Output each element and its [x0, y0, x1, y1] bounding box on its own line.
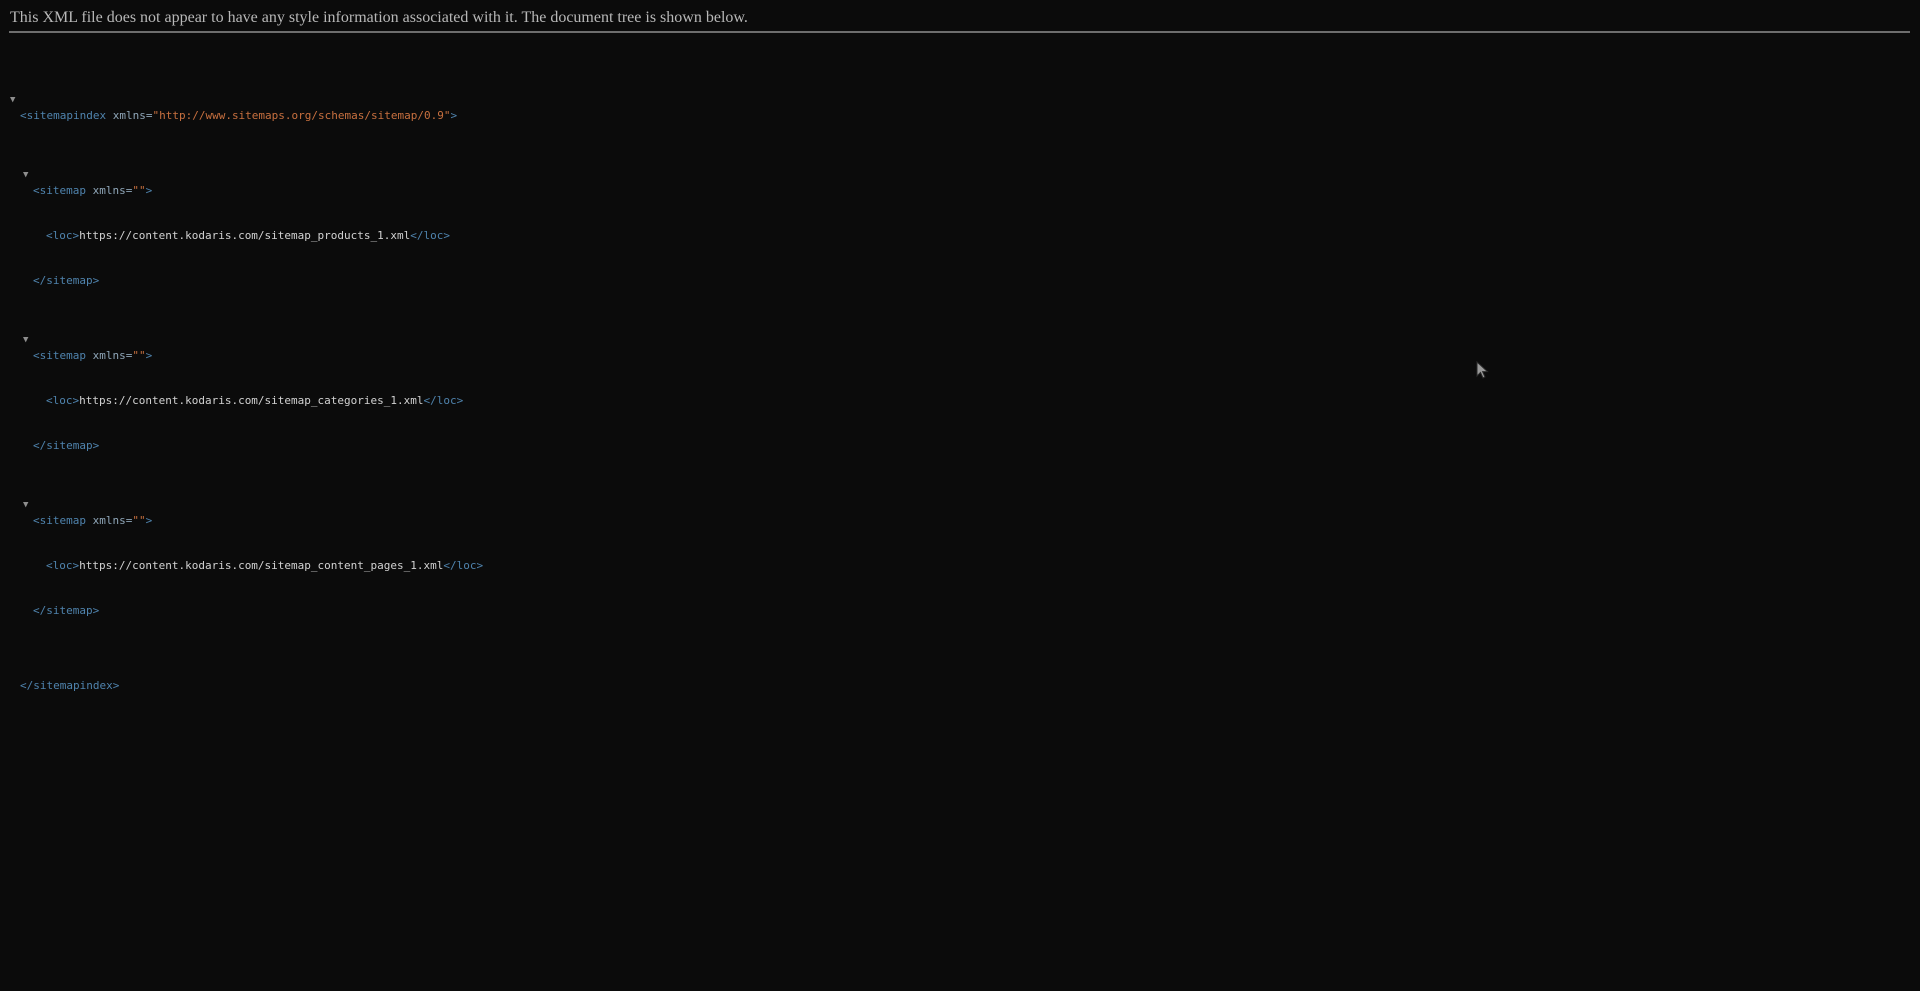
sitemap-close-tag: </sitemap> — [33, 439, 100, 452]
sitemapindex-open-line: ▼ <sitemapindex xmlns="http://www.sitemap… — [0, 93, 457, 122]
xml-document-tree: ▼ <sitemapindex xmlns="http://www.sitemap… — [0, 48, 483, 708]
loc-url: https://content.kodaris.com/sitemap_cate… — [79, 394, 424, 407]
sitemapindex-close-tag: </sitemapindex> — [20, 679, 120, 692]
collapse-toggle-icon[interactable]: ▼ — [23, 168, 28, 183]
tag-bracket: > — [450, 109, 458, 122]
xmlns-attribute-value: "" — [132, 514, 146, 527]
sitemap-close-line: </sitemap> — [0, 423, 99, 452]
sitemap-open-line: ▼ <sitemap xmlns=""> — [0, 333, 152, 362]
loc-close-tag: </loc> — [410, 229, 451, 242]
xmlns-attribute-value: "" — [132, 349, 146, 362]
xmlns-attribute-value: "" — [132, 184, 146, 197]
xmlns-attribute-name: xmlns= — [92, 349, 133, 362]
sitemap-open-tag: <sitemap — [33, 184, 86, 197]
loc-open-tag: <loc> — [46, 559, 80, 572]
xml-viewer: This XML file does not appear to have an… — [0, 0, 1920, 991]
sitemap-close-line: </sitemap> — [0, 258, 99, 287]
tag-bracket: > — [145, 514, 153, 527]
collapse-toggle-icon[interactable]: ▼ — [23, 333, 28, 348]
collapse-toggle-icon[interactable]: ▼ — [10, 93, 15, 108]
tag-bracket: > — [145, 349, 153, 362]
loc-line: <loc>https://content.kodaris.com/sitemap… — [0, 543, 483, 572]
loc-open-tag: <loc> — [46, 229, 80, 242]
sitemap-open-line: ▼ <sitemap xmlns=""> — [0, 168, 152, 197]
loc-line: <loc>https://content.kodaris.com/sitemap… — [0, 378, 463, 407]
mouse-pointer-icon — [1476, 361, 1489, 379]
loc-url: https://content.kodaris.com/sitemap_prod… — [79, 229, 411, 242]
xmlns-attribute-name: xmlns= — [92, 514, 133, 527]
loc-url: https://content.kodaris.com/sitemap_cont… — [79, 559, 444, 572]
no-style-notice: This XML file does not appear to have an… — [10, 9, 748, 26]
loc-close-tag: </loc> — [443, 559, 484, 572]
loc-line: <loc>https://content.kodaris.com/sitemap… — [0, 213, 450, 242]
header-divider — [9, 31, 1910, 33]
sitemap-close-line: </sitemap> — [0, 588, 99, 617]
sitemapindex-close-line: </sitemapindex> — [0, 663, 119, 692]
xmlns-attribute-name: xmlns= — [92, 184, 133, 197]
sitemap-open-tag: <sitemap — [33, 514, 86, 527]
xmlns-attribute-name: xmlns= — [112, 109, 153, 122]
sitemap-open-line: ▼ <sitemap xmlns=""> — [0, 498, 152, 527]
loc-close-tag: </loc> — [423, 394, 464, 407]
sitemap-open-tag: <sitemap — [33, 349, 86, 362]
tag-bracket: > — [145, 184, 153, 197]
collapse-toggle-icon[interactable]: ▼ — [23, 498, 28, 513]
sitemapindex-open-tag: <sitemapindex — [20, 109, 107, 122]
sitemap-close-tag: </sitemap> — [33, 274, 100, 287]
loc-open-tag: <loc> — [46, 394, 80, 407]
sitemap-close-tag: </sitemap> — [33, 604, 100, 617]
xmlns-attribute-value: "http://www.sitemaps.org/schemas/sitemap… — [152, 109, 451, 122]
